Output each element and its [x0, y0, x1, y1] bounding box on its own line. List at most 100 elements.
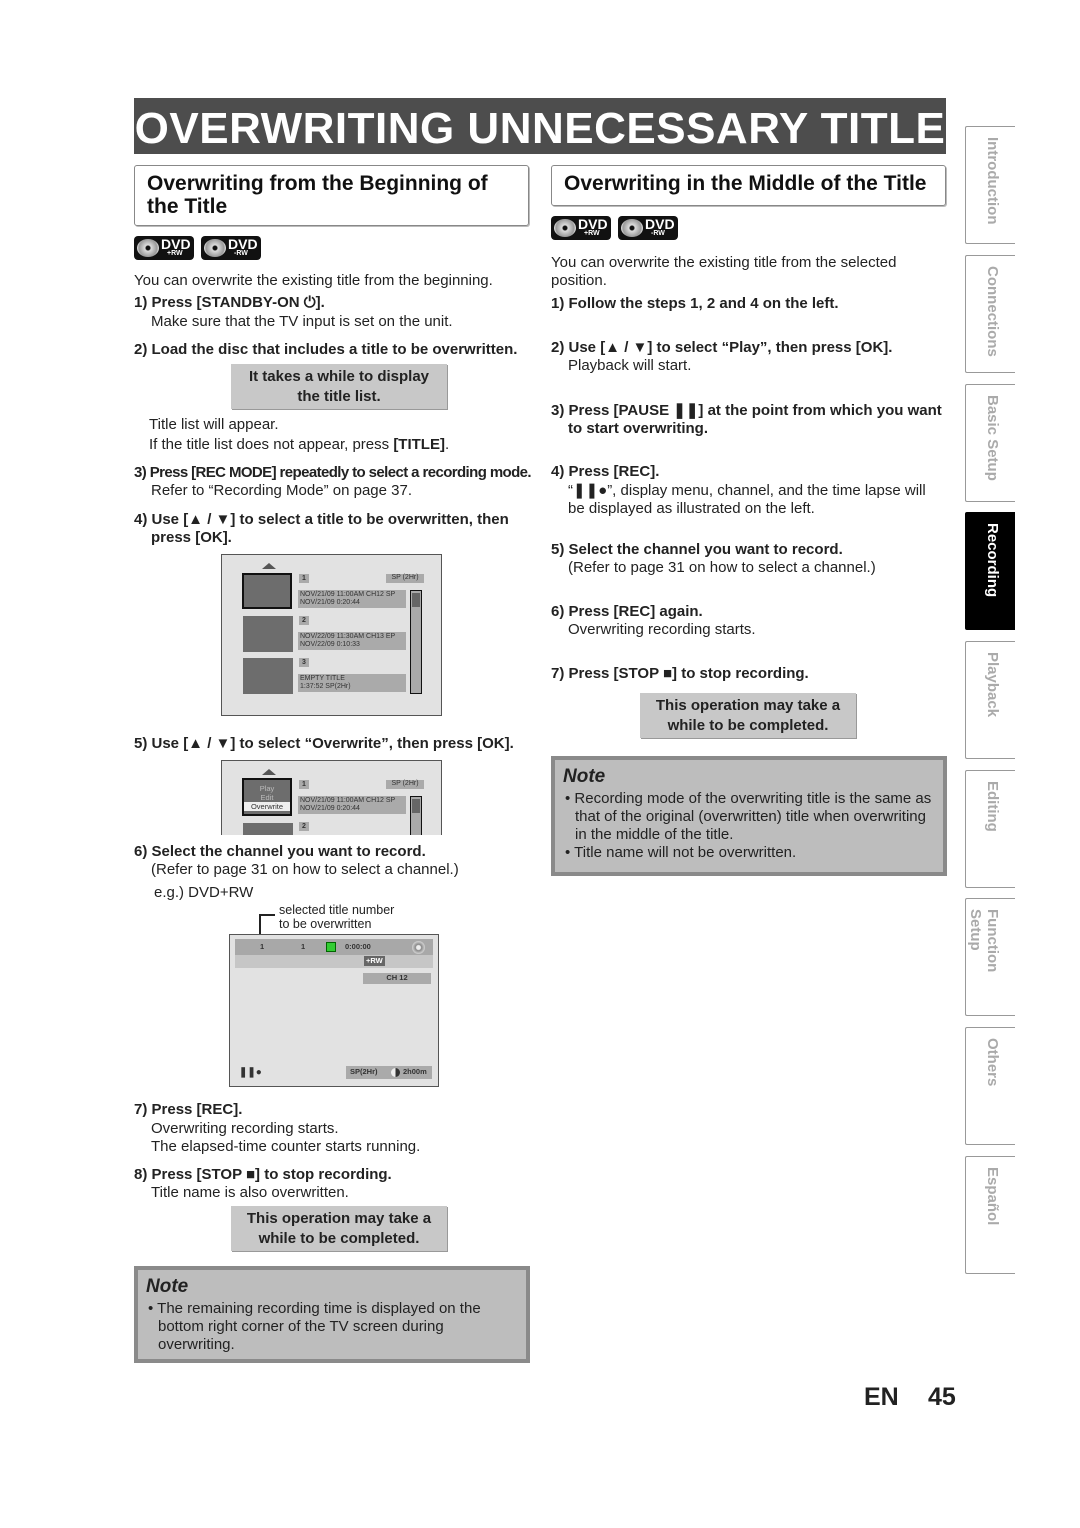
record-status-icon: [326, 942, 336, 952]
step-2-detail: Playback will start.: [568, 357, 692, 374]
tab-editing[interactable]: Editing: [965, 770, 1015, 888]
title-number: 1: [260, 942, 265, 951]
elapsed-time: 0:00:00: [345, 942, 371, 951]
remaining-time: 2h00m: [403, 1067, 427, 1076]
disc-icon: [137, 239, 159, 257]
step-1: 1) Press [STANDBY-ON ⏻].: [134, 294, 325, 311]
tab-playback[interactable]: Playback: [965, 641, 1015, 759]
disc-icon: [412, 941, 425, 954]
record-mode: SP (2Hr): [386, 574, 424, 583]
annotation-line: selected title number: [279, 903, 395, 917]
note-item: • Title name will not be overwritten.: [565, 844, 797, 861]
step-5: 5) Use [▲ / ▼] to select “Overwrite”, th…: [134, 735, 514, 752]
step-6-detail: Overwriting recording starts.: [568, 621, 756, 638]
step-8-detail: Title name is also overwritten.: [151, 1184, 349, 1201]
title-number: 1: [299, 780, 309, 789]
info-line: 1:37:52 SP(2Hr): [300, 683, 351, 690]
remaining-icon: [391, 1068, 400, 1077]
title-thumbnail[interactable]: [243, 823, 293, 835]
note-text: Title name will not be overwritten.: [574, 844, 797, 861]
step-4: 4) Press [REC].: [551, 463, 660, 480]
callout-wait: This operation may take a while to be com…: [640, 693, 856, 738]
scrollbar[interactable]: [410, 796, 422, 835]
intro-text-cont: position.: [551, 272, 607, 289]
title-number: 2: [299, 616, 309, 625]
step-3: 3) Press [REC MODE] repeatedly to select…: [134, 464, 532, 481]
step-2: 2) Load the disc that includes a title t…: [134, 341, 518, 358]
title-number: 2: [299, 822, 309, 831]
note-item: • The remaining recording time is displa…: [148, 1300, 481, 1353]
step-4-cont: press [OK].: [151, 529, 232, 546]
callout-line: while to be completed.: [258, 1230, 420, 1247]
tab-espanol[interactable]: Español: [965, 1156, 1015, 1274]
dvd-minus-rw-logo: DVD -RW: [618, 216, 678, 240]
step-1-detail: Make sure that the TV input is set on th…: [151, 313, 453, 330]
up-arrow-icon: [262, 769, 276, 775]
channel-display: CH 12: [363, 973, 431, 984]
info-line: NOV/21/09 11:00AM CH12 SP: [300, 591, 396, 598]
scrollbar[interactable]: [410, 590, 422, 694]
tab-basic-setup[interactable]: Basic Setup: [965, 384, 1015, 502]
callout-line: the title list.: [297, 388, 381, 405]
section-heading-right: Overwriting in the Middle of the Title: [551, 165, 946, 206]
callout-line: It takes a while to display: [248, 368, 430, 385]
step-6: 6) Select the channel you want to record…: [134, 843, 426, 860]
title-info: NOV/21/09 11:00AM CH12 SP NOV/21/09 0:20:…: [298, 796, 406, 814]
callout-wait: It takes a while to display the title lis…: [231, 364, 447, 409]
page-number: 45: [928, 1383, 956, 1411]
callout-line: This operation may take a: [655, 697, 841, 714]
note-title: Note: [146, 1276, 189, 1297]
example-label: e.g.) DVD+RW: [154, 884, 254, 901]
title-key: [TITLE]: [393, 436, 445, 453]
note-box: Note • Recording mode of the overwriting…: [551, 756, 947, 876]
annotation-line: to be overwritten: [279, 917, 372, 931]
disc-icon: [204, 239, 226, 257]
remaining-time-bar: SP(2Hr) 2h00m: [346, 1066, 432, 1079]
step-7-detail-2: The elapsed-time counter starts running.: [151, 1138, 421, 1155]
title-info: EMPTY TITLE 1:37:52 SP(2Hr): [298, 674, 406, 692]
pause-record-icon: ❚❚●: [239, 1067, 262, 1078]
step-3: 3) Press [PAUSE ❚❚] at the point from wh…: [551, 402, 942, 419]
info-line: EMPTY TITLE: [300, 675, 345, 682]
step-5: 5) Select the channel you want to record…: [551, 541, 843, 558]
title-thumbnail[interactable]: [242, 573, 292, 609]
disc-bar: +RW: [235, 955, 433, 968]
step-4: 4) Use [▲ / ▼] to select a title to be o…: [134, 511, 509, 528]
disc-type: +RW: [364, 956, 385, 966]
title-number: 1: [299, 574, 309, 583]
dvd-plus-rw-logo: DVD +RW: [551, 216, 611, 240]
info-line: NOV/22/09 11:30AM CH13 EP: [300, 633, 396, 640]
title-thumbnail[interactable]: [243, 658, 293, 694]
status-bar: 1 1 0:00:00: [235, 939, 433, 955]
info-line: NOV/21/09 11:00AM CH12 SP: [300, 797, 396, 804]
step-7: 7) Press [STOP ■] to stop recording.: [551, 665, 809, 682]
disc-icon: [554, 219, 576, 237]
info-line: NOV/21/09 0:20:44: [300, 805, 360, 812]
menu-item-play[interactable]: Play: [244, 784, 290, 793]
language-label: EN: [864, 1383, 899, 1411]
up-arrow-icon: [262, 563, 276, 569]
step-2: 2) Use [▲ / ▼] to select “Play”, then pr…: [551, 339, 893, 356]
step-4-detail-2: be displayed as illustrated on the left.: [568, 500, 815, 517]
heading-line: the Title: [147, 195, 228, 218]
overwrite-menu-screen: Play Edit Overwrite 1 SP (2Hr) NOV/21/09…: [221, 760, 442, 835]
tab-recording[interactable]: Recording: [965, 512, 1015, 630]
step-2-detail-2: If the title list does not appear, press…: [149, 436, 450, 453]
title-thumbnail[interactable]: [243, 616, 293, 652]
callout-line: This operation may take a: [246, 1210, 432, 1227]
step-6-detail: (Refer to page 31 on how to select a cha…: [151, 861, 459, 878]
annotation: selected title number to be overwritten: [279, 903, 394, 931]
step-6: 6) Press [REC] again.: [551, 603, 703, 620]
tab-connections[interactable]: Connections: [965, 255, 1015, 373]
title-list-screen: 1 SP (2Hr) NOV/21/09 11:00AM CH12 SP NOV/…: [221, 554, 442, 716]
menu-item-edit[interactable]: Edit: [244, 793, 290, 802]
tab-others[interactable]: Others: [965, 1027, 1015, 1145]
step-3-detail: Refer to “Recording Mode” on page 37.: [151, 482, 412, 499]
menu-item-overwrite[interactable]: Overwrite: [244, 802, 290, 811]
title-info: NOV/21/09 11:00AM CH12 SP NOV/21/09 0:20:…: [298, 590, 406, 608]
tab-introduction[interactable]: Introduction: [965, 126, 1015, 244]
tab-function-setup[interactable]: Function Setup: [965, 898, 1015, 1016]
text: If the title list does not appear, press: [149, 436, 394, 453]
note-text: The remaining recording time is displaye…: [157, 1300, 481, 1353]
title-number: 3: [299, 658, 309, 667]
